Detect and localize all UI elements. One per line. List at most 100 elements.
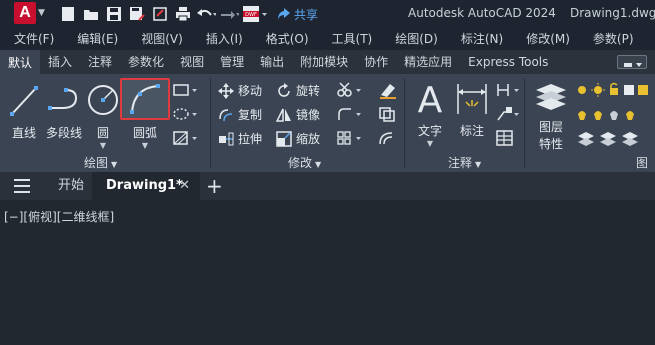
- app-title: Autodesk AutoCAD 2024: [408, 6, 556, 20]
- ribbon-minimize-button[interactable]: [617, 55, 647, 69]
- menu-edit[interactable]: 编辑(E): [77, 28, 118, 50]
- table-tool[interactable]: [496, 130, 518, 146]
- line-icon: [10, 86, 38, 116]
- tab-start[interactable]: 开始: [58, 172, 84, 200]
- share-icon: [278, 8, 290, 20]
- draw-panel-title[interactable]: 绘图 ▼: [84, 154, 117, 171]
- tab-collaborate[interactable]: 协作: [356, 50, 396, 74]
- tab-addins[interactable]: 附加模块: [292, 50, 356, 74]
- dimension-label: 标注: [459, 124, 484, 138]
- rectangle-icon: [173, 84, 197, 96]
- modify-panel-title[interactable]: 修改 ▼: [288, 154, 321, 171]
- tab-express-tools[interactable]: Express Tools: [460, 50, 556, 74]
- chevron-down-icon: ▼: [141, 141, 149, 150]
- polyline-label: 多段线: [45, 126, 82, 140]
- print-icon[interactable]: [173, 4, 193, 24]
- menu-icon[interactable]: [14, 179, 30, 193]
- drawing-canvas[interactable]: [−][俯视][二维线框]: [0, 200, 655, 345]
- line-tool[interactable]: 直线: [6, 80, 42, 141]
- hatch-tool[interactable]: [172, 106, 202, 122]
- menu-parametric[interactable]: 参数(P): [593, 28, 634, 50]
- share-button[interactable]: 共享: [277, 6, 318, 23]
- layer-properties-label-2: 特性: [538, 137, 563, 151]
- tab-parametric[interactable]: 参数化: [120, 50, 172, 74]
- dimension-tool[interactable]: 标注: [452, 80, 492, 139]
- panel-divider: [210, 78, 211, 168]
- save-icon[interactable]: [104, 4, 124, 24]
- arc-tool[interactable]: 圆弧 ▼: [122, 80, 168, 150]
- menu-modify[interactable]: 修改(M): [526, 28, 570, 50]
- move-label: 移动: [238, 84, 263, 98]
- array-tool[interactable]: [336, 130, 366, 146]
- annotation-panel-title[interactable]: 注释 ▼: [448, 154, 481, 171]
- tab-annotate[interactable]: 注释: [80, 50, 120, 74]
- copy-tool[interactable]: 复制: [218, 106, 262, 123]
- tab-output[interactable]: 输出: [252, 50, 292, 74]
- layer-tools-row-2[interactable]: [576, 130, 655, 148]
- tab-insert[interactable]: 插入: [40, 50, 80, 74]
- close-icon[interactable]: ✕: [179, 172, 190, 200]
- rotate-tool[interactable]: 旋转: [276, 82, 320, 99]
- stretch-tool[interactable]: 拉伸: [218, 130, 262, 147]
- menu-view[interactable]: 视图(V): [141, 28, 183, 50]
- text-icon: A: [418, 80, 443, 121]
- tab-featured-apps[interactable]: 精选应用: [396, 50, 460, 74]
- tab-default[interactable]: 默认: [0, 50, 41, 74]
- tab-manage[interactable]: 管理: [212, 50, 252, 74]
- application-menu-button[interactable]: A ▼: [12, 2, 46, 26]
- panel-divider: [524, 78, 525, 168]
- redo-icon[interactable]: [219, 4, 239, 24]
- offset-tool[interactable]: [378, 130, 400, 146]
- layer-tools-row[interactable]: [576, 106, 655, 124]
- layer-more-icons: [578, 132, 638, 146]
- menu-tools[interactable]: 工具(T): [332, 28, 373, 50]
- save-as-icon[interactable]: [127, 4, 147, 24]
- arc-icon: [130, 84, 160, 114]
- fillet-tool[interactable]: [336, 106, 366, 122]
- move-tool[interactable]: 移动: [218, 82, 262, 99]
- chevron-down-icon: ▼: [38, 8, 45, 18]
- stretch-icon: [219, 132, 234, 145]
- new-tab-button[interactable]: +: [206, 172, 223, 200]
- gradient-tool[interactable]: [172, 130, 202, 146]
- polyline-tool[interactable]: 多段线: [44, 80, 84, 141]
- menu-format[interactable]: 格式(O): [266, 28, 309, 50]
- rectangle-tool[interactable]: [172, 82, 202, 98]
- menu-draw[interactable]: 绘图(D): [395, 28, 438, 50]
- layer-states-row[interactable]: [576, 82, 655, 98]
- linear-dimension-icon: [497, 84, 519, 96]
- explode-tool[interactable]: [378, 106, 400, 122]
- layer-properties-label-1: 图层: [538, 120, 563, 134]
- linear-dim-tool[interactable]: [496, 82, 526, 98]
- tab-view[interactable]: 视图: [172, 50, 212, 74]
- tab-drawing1[interactable]: Drawing1* ✕: [92, 172, 200, 200]
- menu-insert[interactable]: 插入(I): [206, 28, 243, 50]
- circle-tool[interactable]: 圆 ▼: [86, 80, 120, 150]
- minimize-panel-icon: [624, 63, 642, 67]
- open-icon[interactable]: [81, 4, 101, 24]
- arc-label: 圆弧: [132, 126, 157, 140]
- undo-icon[interactable]: [196, 4, 216, 24]
- scale-tool[interactable]: 缩放: [276, 130, 320, 147]
- leader-tool[interactable]: [496, 106, 526, 122]
- tab-drawing1-label: Drawing1*: [106, 178, 183, 193]
- erase-tool[interactable]: [378, 80, 402, 100]
- trim-icon: [337, 82, 361, 97]
- circle-icon: [88, 85, 118, 115]
- copy-label: 复制: [238, 108, 263, 122]
- dimension-icon: [457, 84, 487, 114]
- menu-dimension[interactable]: 标注(N): [461, 28, 503, 50]
- layers-panel-title[interactable]: 图: [636, 154, 648, 171]
- mirror-label: 镜像: [296, 108, 321, 122]
- publish-icon[interactable]: [150, 4, 170, 24]
- viewport-controls[interactable]: [−][俯视][二维线框]: [4, 208, 114, 225]
- mirror-tool[interactable]: 镜像: [276, 106, 320, 123]
- file-title: Drawing1.dwg: [570, 6, 655, 20]
- layer-properties-tool[interactable]: 图层 特性: [530, 80, 572, 152]
- trim-tool[interactable]: [336, 82, 366, 98]
- text-tool[interactable]: A 文字 ▼: [410, 76, 450, 148]
- dwf-icon[interactable]: DWF: [242, 4, 268, 24]
- new-icon[interactable]: [58, 4, 78, 24]
- menu-file[interactable]: 文件(F): [14, 28, 54, 50]
- leader-icon: [497, 107, 519, 121]
